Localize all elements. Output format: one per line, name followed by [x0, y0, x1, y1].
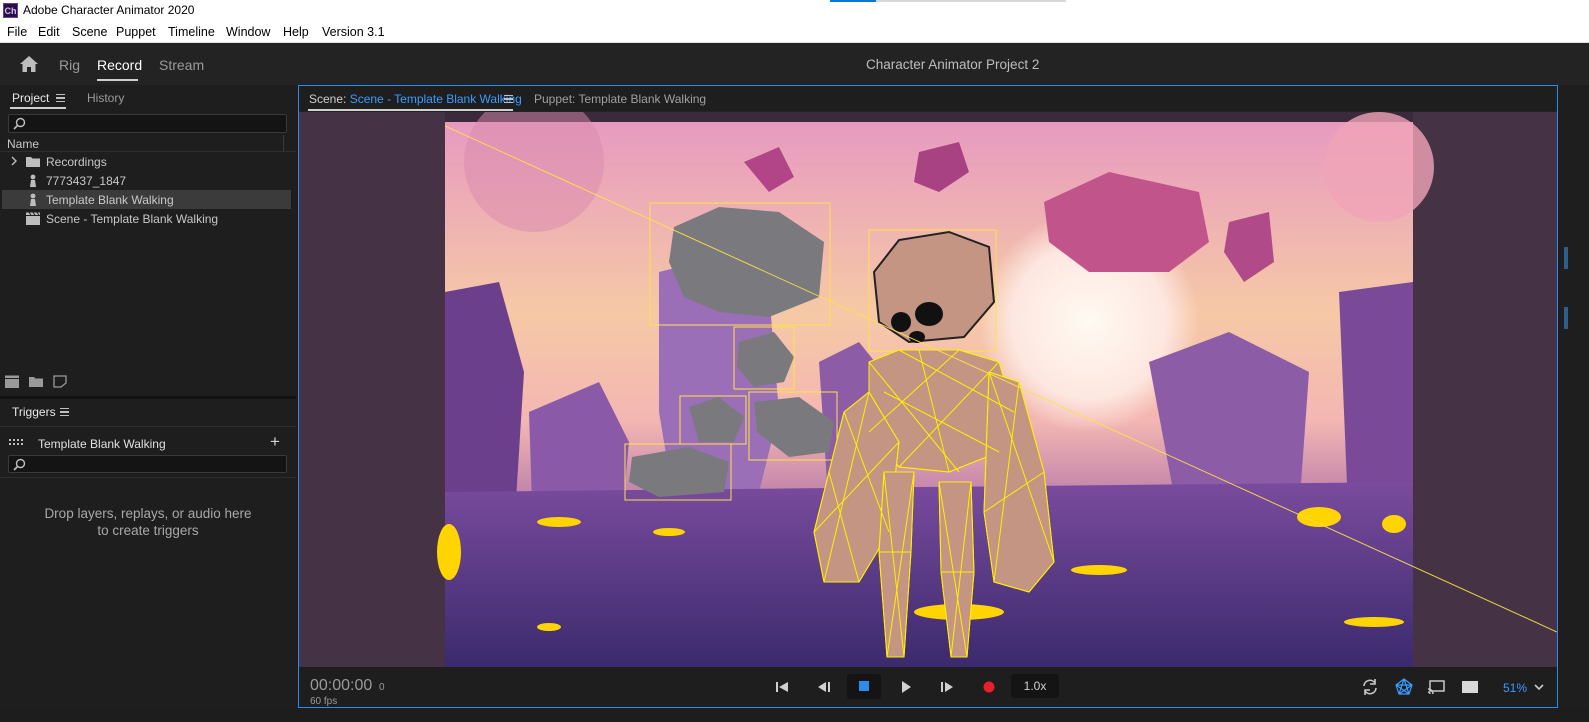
timecode[interactable]: 00:00:00 [310, 677, 372, 695]
frame-rate: 60 fps [310, 696, 338, 707]
app-logo: Ch [3, 3, 18, 18]
list-item-label: Recordings [46, 155, 107, 169]
workspace-bar: Rig Record Stream Character Animator Pro… [0, 43, 1589, 85]
scene-tab-bar: Scene: Scene - Template Blank Walking Pu… [299, 86, 1557, 111]
offstage-right [1413, 112, 1557, 667]
empty-message-line: Drop layers, replays, or audio here [44, 506, 252, 521]
window-title: Adobe Character Animator 2020 [23, 3, 195, 17]
puppet-icon [30, 193, 36, 206]
triggers-search-input[interactable] [29, 456, 282, 472]
project-panel: Project History Name Recordings 7773437_… [0, 85, 296, 396]
panel-menu-icon[interactable] [504, 95, 513, 103]
scene-icon [26, 212, 40, 225]
record-icon[interactable] [979, 677, 999, 697]
empty-message-line: to create triggers [97, 523, 199, 538]
menu-file[interactable]: File [7, 25, 27, 39]
offstage-left [299, 112, 445, 667]
tab-puppet[interactable]: Puppet: Template Blank Walking [534, 92, 706, 106]
zoom-level[interactable]: 51% [1503, 681, 1527, 695]
active-tab-indicator [308, 109, 513, 111]
triggers-panel: Triggers Template Blank Walking + Drop l… [0, 399, 296, 709]
project-search[interactable] [8, 114, 287, 133]
play-icon[interactable] [896, 677, 916, 697]
chevron-right-icon[interactable] [9, 156, 19, 166]
column-divider [283, 135, 284, 151]
go-to-start-icon[interactable] [772, 677, 792, 697]
scene-tab-prefix: Scene: [309, 92, 350, 106]
column-header-name[interactable]: Name [7, 137, 39, 151]
tab-rig[interactable]: Rig [59, 57, 80, 73]
step-forward-icon[interactable] [937, 677, 957, 697]
list-item-label: 7773437_1847 [46, 174, 127, 188]
active-tab-indicator [10, 107, 66, 109]
menu-puppet[interactable]: Puppet [116, 25, 156, 39]
new-folder-icon[interactable] [29, 375, 44, 388]
active-tab-indicator [97, 79, 138, 81]
frame-number: 0 [379, 682, 385, 693]
triggers-empty-message: Drop layers, replays, or audio here to c… [0, 505, 296, 539]
tab-history[interactable]: History [87, 91, 124, 105]
list-item-label: Template Blank Walking [46, 193, 174, 207]
list-item-recordings[interactable]: Recordings [2, 152, 291, 171]
triggers-title[interactable]: Triggers [12, 405, 56, 419]
scroll-indicator[interactable] [1564, 247, 1568, 269]
folder-icon [26, 157, 40, 167]
keyboard-icon [9, 439, 23, 445]
list-item-puppet-7773437[interactable]: 7773437_1847 [2, 171, 291, 190]
step-back-icon[interactable] [814, 677, 834, 697]
menu-bar: File Edit Scene Puppet Timeline Window H… [0, 22, 1589, 43]
title-bar: Ch Adobe Character Animator 2020 [0, 0, 1589, 22]
scene-viewport[interactable] [299, 112, 1557, 667]
new-scene-icon[interactable] [5, 375, 20, 388]
title-accent-bar-2 [876, 0, 1066, 2]
menu-timeline[interactable]: Timeline [168, 25, 215, 39]
scroll-indicator[interactable] [1564, 307, 1568, 329]
menu-scene[interactable]: Scene [72, 25, 107, 39]
cast-icon[interactable] [1427, 677, 1447, 697]
puppet-icon [30, 174, 36, 187]
menu-edit[interactable]: Edit [38, 25, 60, 39]
tab-project[interactable]: Project [12, 91, 49, 105]
menu-help[interactable]: Help [283, 25, 309, 39]
panel-menu-icon[interactable] [56, 94, 65, 102]
scene-panel: Scene: Scene - Template Blank Walking Pu… [298, 85, 1558, 708]
project-search-input[interactable] [29, 115, 282, 132]
divider [0, 426, 296, 427]
search-icon [13, 117, 26, 130]
scene-canvas[interactable] [299, 112, 1557, 667]
right-edge-panel [1560, 85, 1589, 708]
search-icon [13, 458, 26, 471]
new-item-icon[interactable] [53, 375, 67, 388]
tab-stream[interactable]: Stream [159, 57, 204, 73]
project-title: Character Animator Project 2 [866, 57, 1040, 72]
title-accent-bar [830, 0, 876, 2]
playback-speed[interactable]: 1.0x [1011, 674, 1059, 698]
scene-tab-name: Scene - Template Blank Walking [349, 92, 522, 106]
menu-window[interactable]: Window [226, 25, 270, 39]
trigger-puppet-name: Template Blank Walking [38, 437, 166, 451]
stop-button[interactable] [847, 674, 881, 699]
panel-menu-icon[interactable] [60, 408, 69, 416]
tab-scene[interactable]: Scene: Scene - Template Blank Walking [309, 92, 522, 106]
chevron-down-icon[interactable] [1529, 677, 1549, 697]
list-item-puppet-template[interactable]: Template Blank Walking [2, 190, 291, 209]
loop-icon[interactable] [1360, 677, 1380, 697]
menu-version: Version 3.1 [322, 25, 385, 39]
background-toggle-icon[interactable] [1460, 677, 1480, 697]
transport-bar: 00:00:00 0 60 fps 1.0x 51% [299, 667, 1557, 707]
list-item-label: Scene - Template Blank Walking [46, 212, 219, 226]
divider [0, 477, 296, 478]
stop-icon [859, 681, 869, 691]
add-trigger-button[interactable]: + [270, 432, 280, 452]
triggers-search[interactable] [8, 455, 287, 473]
home-icon[interactable] [19, 54, 39, 74]
tab-record[interactable]: Record [97, 57, 142, 73]
list-item-scene[interactable]: Scene - Template Blank Walking [2, 209, 291, 228]
mesh-view-icon[interactable] [1394, 677, 1414, 697]
